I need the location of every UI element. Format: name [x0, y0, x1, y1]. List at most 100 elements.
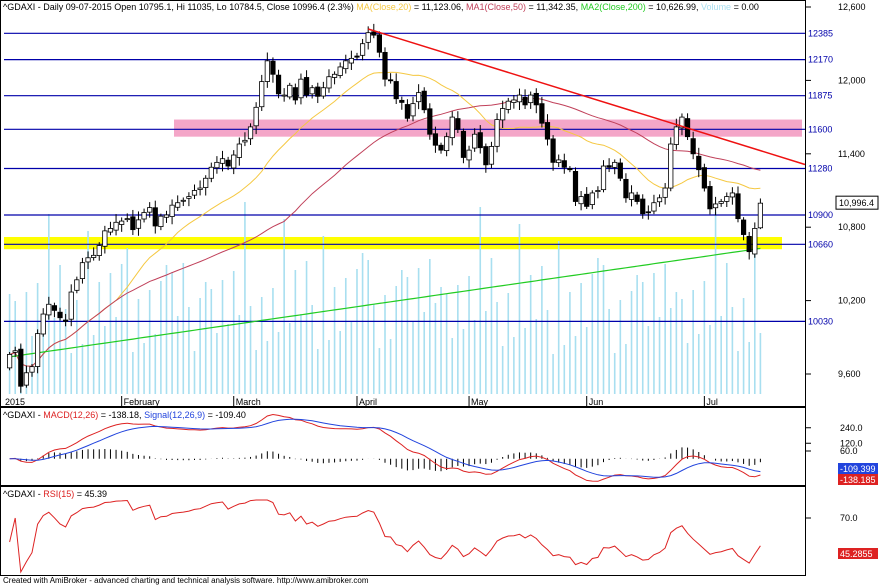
volume-bar: [350, 322, 353, 394]
rsi-value: = 45.39: [77, 489, 107, 499]
volume-bar: [356, 269, 358, 394]
volume-bar: [602, 265, 605, 394]
volume-bar: [664, 264, 666, 394]
candle-body: [175, 202, 181, 208]
volume-bar: [344, 278, 347, 394]
price-tick-label: 12,000: [838, 75, 866, 85]
volume-bar: [53, 318, 56, 394]
candle-body: [505, 100, 511, 110]
candle-body: [483, 146, 489, 166]
candle-body: [326, 76, 332, 89]
candle-body: [85, 257, 91, 263]
candle-body: [466, 149, 472, 161]
volume-bar: [339, 331, 341, 394]
volume-bar: [585, 327, 588, 394]
candle-body: [539, 103, 545, 124]
zones: [4, 119, 802, 250]
candle-body: [668, 143, 674, 189]
ma20-label: MA(Close,20): [356, 2, 411, 12]
volume-bar: [529, 275, 532, 394]
volume-bar: [457, 285, 459, 394]
candle-body: [371, 31, 377, 36]
candle-body: [651, 202, 657, 212]
candle-body: [735, 193, 741, 220]
level-label: 10030: [808, 316, 833, 326]
candle-body: [477, 132, 483, 149]
volume-bar: [148, 290, 151, 394]
volume-bar: [742, 298, 745, 394]
candle-body: [673, 126, 679, 145]
volume-bar: [412, 321, 414, 394]
candle-body: [186, 196, 192, 199]
candle-body: [259, 81, 265, 108]
candle-body: [231, 154, 237, 169]
volume-bar: [372, 304, 375, 394]
level-label: 12170: [808, 55, 833, 65]
level-label: 11875: [808, 91, 832, 101]
candle-body: [460, 130, 467, 158]
support-zone: [4, 236, 782, 250]
candle-body: [242, 139, 248, 143]
volume-bar: [479, 207, 482, 394]
macd-prefix: ^GDAXI -: [3, 410, 43, 420]
volume-bar: [541, 266, 543, 394]
volume-bar: [272, 288, 274, 394]
candle-body: [169, 204, 175, 217]
volume-bar: [210, 289, 213, 394]
rsi-tick-label: 70.0: [840, 513, 858, 523]
candle-body: [712, 203, 719, 209]
volume-bar: [569, 292, 571, 394]
candle-body: [623, 178, 629, 199]
candle-body: [449, 116, 455, 139]
candle-body: [270, 60, 276, 75]
rsi-line: [9, 499, 761, 574]
volume-bar: [322, 236, 325, 394]
candle-body: [63, 319, 69, 322]
candle-body: [57, 311, 63, 319]
volume-bar: [238, 315, 241, 394]
candle-body: [141, 212, 147, 220]
volume-bar: [513, 337, 515, 394]
candle-body: [595, 190, 601, 193]
volume-bar: [165, 265, 168, 394]
candle-body: [281, 94, 287, 97]
volume-bar: [160, 281, 162, 394]
candle-body: [656, 197, 663, 203]
volume-bar: [731, 307, 734, 394]
volume-bar: [395, 286, 398, 394]
candle-body: [309, 87, 315, 95]
candle-body: [707, 186, 713, 210]
candle-body: [718, 201, 724, 204]
volume-bar: [300, 314, 302, 394]
candle-body: [606, 165, 612, 168]
volume-bar: [507, 293, 510, 394]
candle-body: [724, 196, 730, 202]
candle-body: [500, 108, 506, 121]
volume-bar: [647, 326, 650, 394]
candle-body: [348, 57, 354, 64]
volume-bar: [692, 290, 694, 394]
volume-bar: [686, 343, 689, 394]
candle-body: [488, 146, 495, 165]
month-label: March: [236, 397, 261, 407]
candle-body: [29, 366, 35, 373]
volume-bar: [70, 353, 73, 394]
candle-body: [298, 78, 304, 99]
volume-bar: [199, 298, 201, 394]
candle-body: [158, 215, 164, 227]
volume-bar: [8, 294, 11, 394]
macd-tick-label: 60.0: [840, 446, 858, 456]
candle-body: [91, 254, 97, 258]
volume-bar: [653, 273, 655, 394]
level-label: 11280: [808, 163, 832, 173]
candle-body: [197, 187, 203, 190]
macd-tick-label: 240.0: [840, 423, 863, 433]
candle-body: [7, 354, 13, 369]
macd-value: = -138.18,: [101, 410, 144, 420]
volume-bar: [143, 343, 145, 394]
candle-body: [337, 66, 343, 76]
volume-bar: [574, 336, 577, 394]
candle-body: [96, 245, 102, 256]
candle-body: [102, 230, 108, 247]
candle-body: [287, 84, 293, 98]
